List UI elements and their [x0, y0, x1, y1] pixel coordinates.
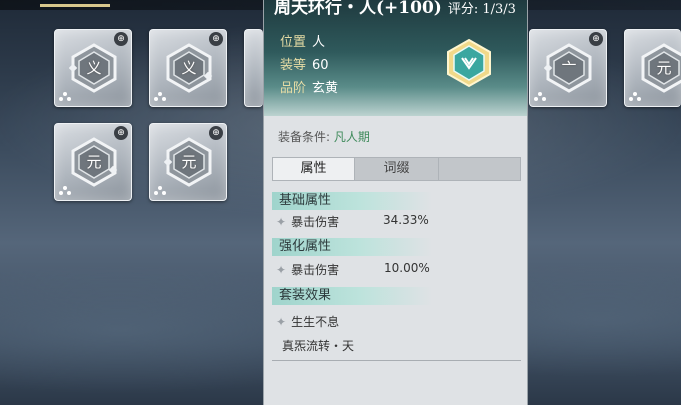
quality-dots-icon — [59, 92, 71, 102]
equipment-slot-2[interactable]: 义 ⊕ — [149, 29, 227, 107]
equipment-slot-3[interactable] — [244, 29, 263, 107]
base-stat-row: ✦ 暴击伤害 — [276, 215, 340, 229]
lock-icon: ⊕ — [114, 126, 128, 140]
item-title: 周天环行・人(+100) 评分: 1/3/3 — [274, 0, 516, 17]
base-attributes-header: 基础属性 — [272, 192, 432, 210]
item-score: 评分: 1/3/3 — [447, 2, 516, 17]
grade-value: 玄黄 — [312, 81, 339, 96]
equipment-slot-5[interactable]: 元 — [624, 29, 681, 107]
quality-dots-icon — [154, 186, 166, 196]
lock-icon: ⊕ — [114, 32, 128, 46]
equipment-slot-6[interactable]: 元 ⊕ — [54, 123, 132, 201]
detail-tabs: 属性 词缀 — [272, 157, 521, 181]
tab-affixes[interactable]: 词缀 — [355, 158, 439, 180]
quality-dots-icon — [59, 186, 71, 196]
level-row: 装等 60 — [280, 58, 329, 73]
quality-dots-icon — [534, 92, 546, 102]
lock-icon: ⊕ — [589, 32, 603, 46]
tab-attributes[interactable]: 属性 — [273, 158, 355, 180]
quality-dots-icon — [154, 92, 166, 102]
position-row: 位置人 — [280, 35, 326, 50]
slot-glyph: 亠 — [561, 59, 577, 77]
slot-glyph: 义 — [86, 59, 102, 77]
position-value: 人 — [312, 35, 326, 50]
lock-icon: ⊕ — [209, 32, 223, 46]
grade-row: 品阶 玄黄 — [280, 81, 339, 96]
set-name: 真炁流转・天 — [282, 339, 355, 353]
enhance-attributes-header: 强化属性 — [272, 238, 432, 256]
level-value: 60 — [312, 58, 329, 73]
divider — [272, 360, 521, 361]
set-effect-header: 套装效果 — [272, 287, 432, 305]
enhance-stat-value: 10.00% — [384, 261, 430, 275]
item-emblem-icon — [447, 38, 491, 88]
equipment-slot-7[interactable]: 元 ⊕ — [149, 123, 227, 201]
sparkle-icon: ✦ — [276, 263, 287, 277]
equip-condition: 装备条件: 凡人期 — [278, 130, 370, 144]
equip-condition-value: 凡人期 — [333, 130, 370, 144]
item-header: 周天环行・人(+100) 评分: 1/3/3 位置人 装等 60 品阶 玄黄 — [264, 0, 527, 116]
equipment-slot-1[interactable]: 义 ⊕ — [54, 29, 132, 107]
sparkle-icon: ✦ — [276, 315, 287, 329]
lock-icon: ⊕ — [209, 126, 223, 140]
sparkle-icon: ✦ — [276, 215, 287, 229]
quality-dots-icon — [629, 92, 641, 102]
slot-glyph: 元 — [656, 59, 672, 77]
slot-glyph: 义 — [181, 59, 197, 77]
enhance-stat-row: ✦ 暴击伤害 — [276, 263, 340, 277]
active-tab-underline — [40, 4, 110, 7]
equipment-slot-4[interactable]: 亠 ⊕ — [529, 29, 607, 107]
slot-glyph: 元 — [86, 153, 102, 171]
slot-glyph: 元 — [181, 153, 197, 171]
item-detail-panel: 周天环行・人(+100) 评分: 1/3/3 位置人 装等 60 品阶 玄黄 装备条件… — [263, 0, 528, 405]
set-effect-row: ✦ 生生不息 — [276, 315, 340, 329]
base-stat-value: 34.33% — [383, 213, 429, 227]
